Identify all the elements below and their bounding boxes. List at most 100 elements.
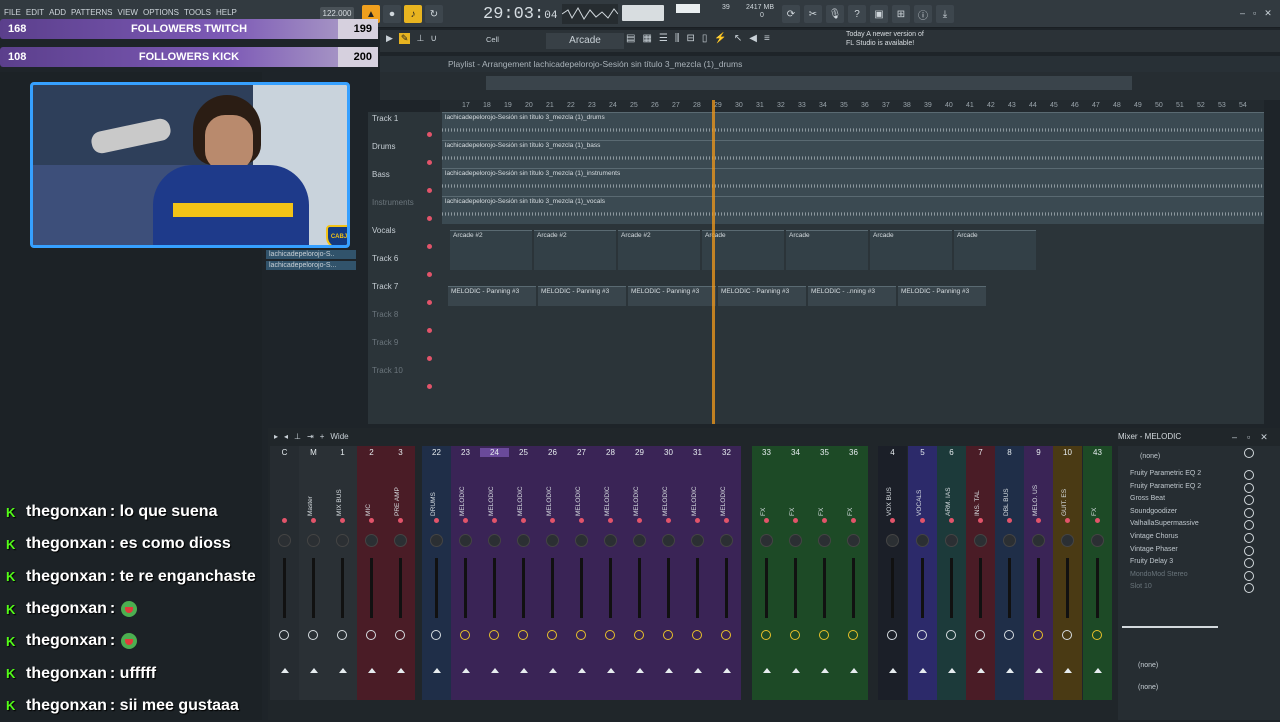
- route-selector[interactable]: [1004, 630, 1014, 640]
- mixer-strip-label[interactable]: MIX BUS: [336, 482, 343, 516]
- mixer-strip-label[interactable]: INS. TAL: [974, 482, 981, 516]
- mixer-strip-label[interactable]: MELODIC: [488, 482, 495, 516]
- fx-slot[interactable]: Slot 10: [1118, 581, 1280, 594]
- play-arrow-icon[interactable]: ▶: [386, 33, 393, 44]
- mixer-mute-indicator[interactable]: [463, 518, 468, 523]
- mixer-strip[interactable]: 30 MELODIC: [654, 446, 683, 700]
- menu-item[interactable]: HELP: [216, 8, 237, 17]
- playhead[interactable]: [712, 100, 715, 424]
- mixer-mute-indicator[interactable]: [949, 518, 954, 523]
- route-arrow-icon[interactable]: [491, 668, 499, 673]
- pan-knob[interactable]: [691, 534, 704, 547]
- mixer-strip-label[interactable]: DBL BUS: [1003, 482, 1010, 516]
- pan-knob[interactable]: [575, 534, 588, 547]
- audio-clip[interactable]: lachicadepelorojo-Sesión sin título 3_me…: [442, 140, 1264, 168]
- route-selector[interactable]: [887, 630, 897, 640]
- playlist-track[interactable]: Drums lachicadepelorojo-Sesión sin título…: [368, 140, 1264, 168]
- mixer-strip-label[interactable]: DRUMS: [430, 482, 437, 516]
- pan-knob[interactable]: [459, 534, 472, 547]
- speaker-icon[interactable]: ◀: [749, 33, 757, 44]
- volume-fader[interactable]: [638, 558, 641, 618]
- route-selector[interactable]: [975, 630, 985, 640]
- track-name[interactable]: Track 10: [372, 366, 403, 375]
- playlist-track[interactable]: Track 9: [368, 336, 1264, 364]
- mixer-mute-indicator[interactable]: [1095, 518, 1100, 523]
- pattern-clip[interactable]: Arcade: [870, 230, 952, 270]
- mixer-strip[interactable]: 24 MELODIC: [480, 446, 509, 700]
- volume-fader[interactable]: [341, 558, 344, 618]
- track-name[interactable]: Track 1: [372, 114, 398, 123]
- volume-fader[interactable]: [399, 558, 402, 618]
- route-arrow-icon[interactable]: [578, 668, 586, 673]
- mixer-strip[interactable]: 26 MELODIC: [538, 446, 567, 700]
- route-arrow-icon[interactable]: [1094, 668, 1102, 673]
- track-mute-indicator[interactable]: [427, 356, 432, 361]
- route-selector[interactable]: [721, 630, 731, 640]
- fx-volume-slider[interactable]: [1122, 626, 1218, 628]
- fx-slot[interactable]: Fruity Parametric EQ 2: [1118, 468, 1280, 481]
- pan-knob[interactable]: [336, 534, 349, 547]
- cursor-icon[interactable]: ↖: [734, 33, 742, 44]
- fx-slot[interactable]: Fruity Parametric EQ 2: [1118, 481, 1280, 494]
- pan-knob[interactable]: [1091, 534, 1104, 547]
- mixer-mute-indicator[interactable]: [340, 518, 345, 523]
- mixer-strip-label[interactable]: MELODIC: [720, 482, 727, 516]
- pan-knob[interactable]: [720, 534, 733, 547]
- volume-fader[interactable]: [852, 558, 855, 618]
- route-arrow-icon[interactable]: [397, 668, 405, 673]
- stamp-icon[interactable]: ⊥: [416, 33, 424, 44]
- pan-knob[interactable]: [365, 534, 378, 547]
- mixer-menu-icon[interactable]: ▸: [274, 432, 278, 441]
- route-selector[interactable]: [366, 630, 376, 640]
- route-arrow-icon[interactable]: [462, 668, 470, 673]
- piano-roll-icon[interactable]: ▦: [642, 33, 651, 44]
- route-arrow-icon[interactable]: [281, 668, 289, 673]
- route-selector[interactable]: [819, 630, 829, 640]
- route-arrow-icon[interactable]: [723, 668, 731, 673]
- master-volume[interactable]: [622, 5, 664, 21]
- volume-fader[interactable]: [464, 558, 467, 618]
- mixer-arrow-icon[interactable]: ◂: [284, 432, 288, 441]
- track-name[interactable]: Instruments: [372, 198, 414, 207]
- audio-clip[interactable]: lachicadepelorojo-Sesión sin título 3_me…: [442, 196, 1264, 224]
- mixer-mode-label[interactable]: Wide: [330, 432, 348, 441]
- route-arrow-icon[interactable]: [607, 668, 615, 673]
- mixer-mute-indicator[interactable]: [822, 518, 827, 523]
- playlist-horizontal-scrollbar[interactable]: [486, 76, 1132, 90]
- route-selector[interactable]: [337, 630, 347, 640]
- pattern-clip[interactable]: Arcade: [786, 230, 868, 270]
- route-arrow-icon[interactable]: [520, 668, 528, 673]
- volume-fader[interactable]: [891, 558, 894, 618]
- mixer-strip-label[interactable]: MIC: [365, 482, 372, 516]
- route-selector[interactable]: [431, 630, 441, 640]
- mixer-mute-indicator[interactable]: [579, 518, 584, 523]
- route-selector[interactable]: [308, 630, 318, 640]
- pan-knob[interactable]: [278, 534, 291, 547]
- mixer-strip[interactable]: 32 MELODIC: [712, 446, 741, 700]
- route-selector[interactable]: [489, 630, 499, 640]
- mixer-close-icon[interactable]: ✕: [1260, 432, 1268, 443]
- playlist-track[interactable]: Track 10: [368, 364, 1264, 392]
- mixer-mute-indicator[interactable]: [724, 518, 729, 523]
- volume-fader[interactable]: [921, 558, 924, 618]
- route-selector[interactable]: [946, 630, 956, 640]
- pattern-clip[interactable]: Arcade #2: [450, 230, 532, 270]
- route-arrow-icon[interactable]: [889, 668, 897, 673]
- route-arrow-icon[interactable]: [977, 668, 985, 673]
- route-selector[interactable]: [279, 630, 289, 640]
- route-arrow-icon[interactable]: [368, 668, 376, 673]
- mixer-strip-label[interactable]: FX: [1091, 482, 1098, 516]
- pan-knob[interactable]: [662, 534, 675, 547]
- route-selector[interactable]: [518, 630, 528, 640]
- route-arrow-icon[interactable]: [850, 668, 858, 673]
- mixer-strip[interactable]: 4 VOX BUS: [878, 446, 907, 700]
- mixer-mute-indicator[interactable]: [311, 518, 316, 523]
- pan-knob[interactable]: [760, 534, 773, 547]
- mixer-strip-label[interactable]: FX: [789, 482, 796, 516]
- mixer-strip-label[interactable]: MELODIC: [575, 482, 582, 516]
- mixer-mute-indicator[interactable]: [764, 518, 769, 523]
- mixer-strip[interactable]: 28 MELODIC: [596, 446, 625, 700]
- mixer-strip-label[interactable]: Master: [307, 482, 314, 516]
- pan-knob[interactable]: [1061, 534, 1074, 547]
- track-name[interactable]: Track 9: [372, 338, 398, 347]
